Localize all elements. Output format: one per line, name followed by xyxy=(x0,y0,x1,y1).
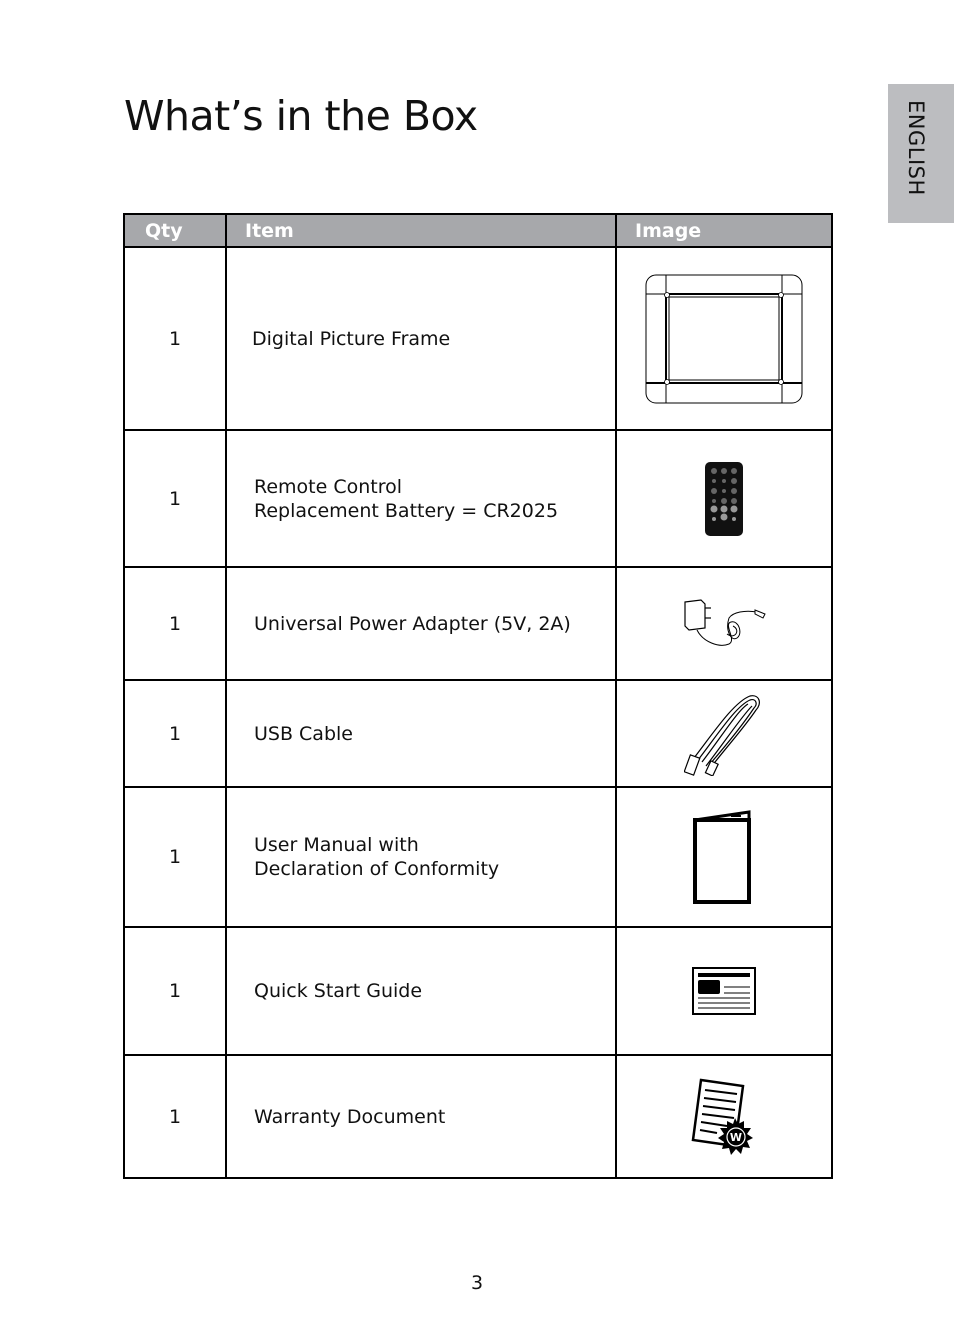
table-row: 1 Warranty Document W xyxy=(123,1054,833,1179)
table-row: 1 Universal Power Adapter (5V, 2A) xyxy=(123,566,833,681)
table-row: 1 Quick Start Guide xyxy=(123,926,833,1056)
qty-cell: 1 xyxy=(123,786,227,928)
table-row: 1 User Manual with Declaration of Confor… xyxy=(123,786,833,928)
item-line: Universal Power Adapter (5V, 2A) xyxy=(254,612,571,635)
warranty-document-icon: W xyxy=(691,1078,753,1155)
language-tab-label: ENGLISH xyxy=(904,100,928,196)
image-cell xyxy=(615,679,833,788)
item-cell: Quick Start Guide xyxy=(225,926,617,1056)
item-line: Digital Picture Frame xyxy=(252,327,451,350)
digital-picture-frame-icon xyxy=(645,274,803,403)
image-cell xyxy=(615,926,833,1056)
item-line: Replacement Battery = CR2025 xyxy=(254,499,559,522)
item-line: Remote Control xyxy=(254,475,403,498)
item-cell: Remote Control Replacement Battery = CR2… xyxy=(225,429,617,568)
image-cell xyxy=(615,566,833,681)
image-cell xyxy=(615,429,833,568)
usb-cable-icon xyxy=(684,694,760,776)
image-cell xyxy=(615,246,833,431)
language-tab: ENGLISH xyxy=(888,84,954,223)
image-cell: W xyxy=(615,1054,833,1179)
item-line: Declaration of Conformity xyxy=(254,858,500,880)
page-number: 3 xyxy=(470,1272,484,1294)
qty-cell: 1 xyxy=(123,679,227,788)
remote-control-icon xyxy=(705,461,743,536)
item-line: Warranty Document xyxy=(254,1105,446,1128)
table-row: 1 Digital Picture Frame xyxy=(123,246,833,431)
item-line: User Manual with xyxy=(254,834,419,856)
qty-cell: 1 xyxy=(123,566,227,681)
qty-cell: 1 xyxy=(123,246,227,431)
item-line: Quick Start Guide xyxy=(254,980,423,1002)
contents-table: Qty Item Image 1 Digital Picture Frame 1… xyxy=(123,213,833,1179)
header-item: Item xyxy=(225,213,617,248)
table-header-row: Qty Item Image xyxy=(123,213,833,248)
svg-text:W: W xyxy=(730,1131,742,1144)
user-manual-icon xyxy=(693,810,751,904)
header-image: Image xyxy=(615,213,833,248)
quick-start-guide-icon xyxy=(692,967,756,1015)
table-row: 1 Remote Control Replacement Battery = C… xyxy=(123,429,833,568)
table-row: 1 USB Cable xyxy=(123,679,833,788)
item-cell: Warranty Document xyxy=(225,1054,617,1179)
header-qty: Qty xyxy=(123,213,227,248)
qty-cell: 1 xyxy=(123,1054,227,1179)
item-cell: Universal Power Adapter (5V, 2A) xyxy=(225,566,617,681)
qty-cell: 1 xyxy=(123,926,227,1056)
item-line: USB Cable xyxy=(254,722,353,745)
image-cell xyxy=(615,786,833,928)
qty-cell: 1 xyxy=(123,429,227,568)
page-title: What’s in the Box xyxy=(124,92,478,140)
item-cell: Digital Picture Frame xyxy=(225,246,617,431)
item-cell: USB Cable xyxy=(225,679,617,788)
power-adapter-icon xyxy=(684,598,766,646)
item-cell: User Manual with Declaration of Conformi… xyxy=(225,786,617,928)
